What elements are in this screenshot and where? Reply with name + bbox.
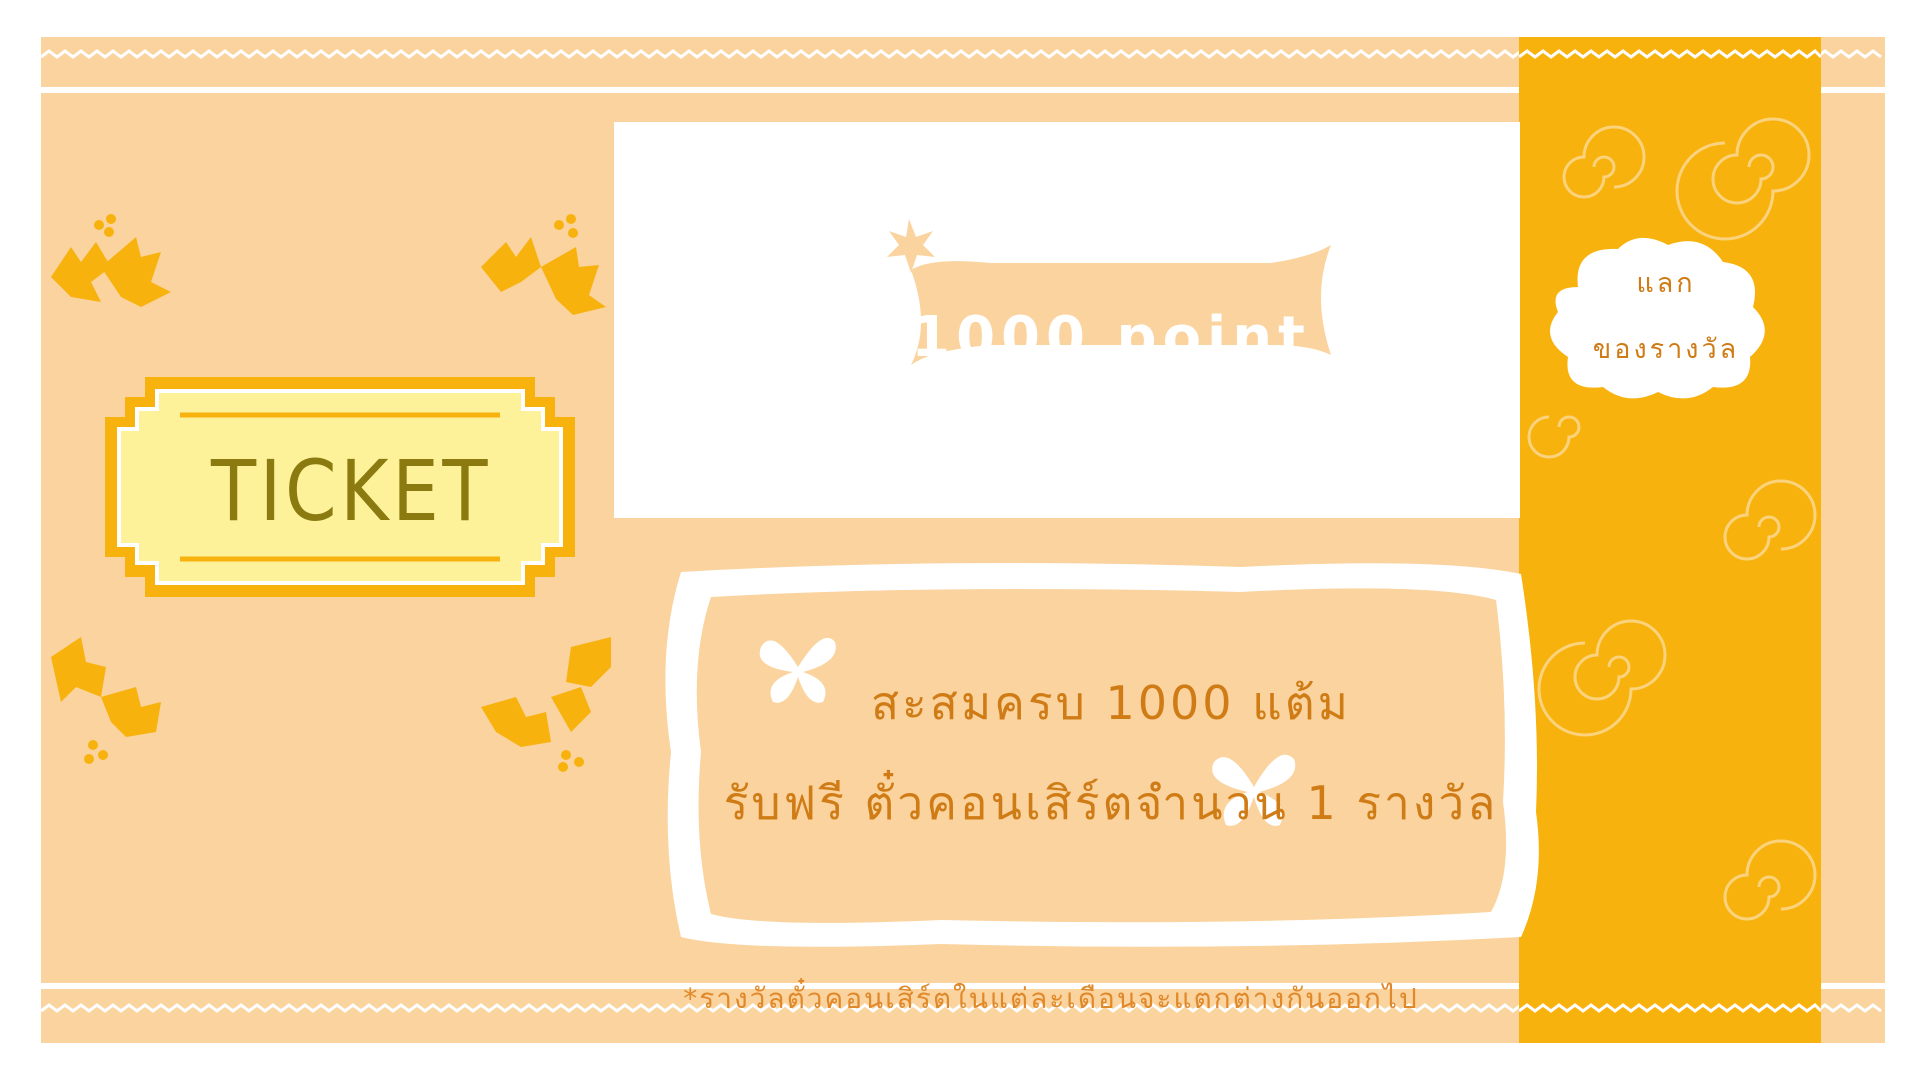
- message-frame: [665, 563, 1539, 947]
- footnote: *รางวัลตั๋วคอนเสิร์ตในแต่ละเดือนจะแตกต่า…: [683, 982, 1419, 1015]
- message-line-1: สะสมครบ 1000 แต้ม: [870, 676, 1351, 730]
- holly-leaf-icon: [51, 637, 161, 764]
- redeem-label-line-2[interactable]: ของรางวัล: [1581, 327, 1751, 370]
- holly-leaf-icon: [481, 637, 611, 772]
- redeem-cloud-button[interactable]: [1538, 227, 1778, 407]
- ticket-label: TICKET: [210, 442, 492, 540]
- message-line-2: รับฟรี ตั๋วคอนเสิร์ตจำนวน 1 รางวัล: [723, 776, 1499, 830]
- redeem-label-line-1[interactable]: แลก: [1581, 261, 1751, 304]
- points-label: 1000 point: [911, 305, 1311, 370]
- holly-leaf-icon: [51, 214, 171, 307]
- holly-leaf-icon: [481, 214, 606, 315]
- coupon-card: TICKET 1000 point สะสมครบ 1000 แต้ม รับฟ…: [41, 37, 1885, 1043]
- right-accent-column: [1519, 37, 1821, 1043]
